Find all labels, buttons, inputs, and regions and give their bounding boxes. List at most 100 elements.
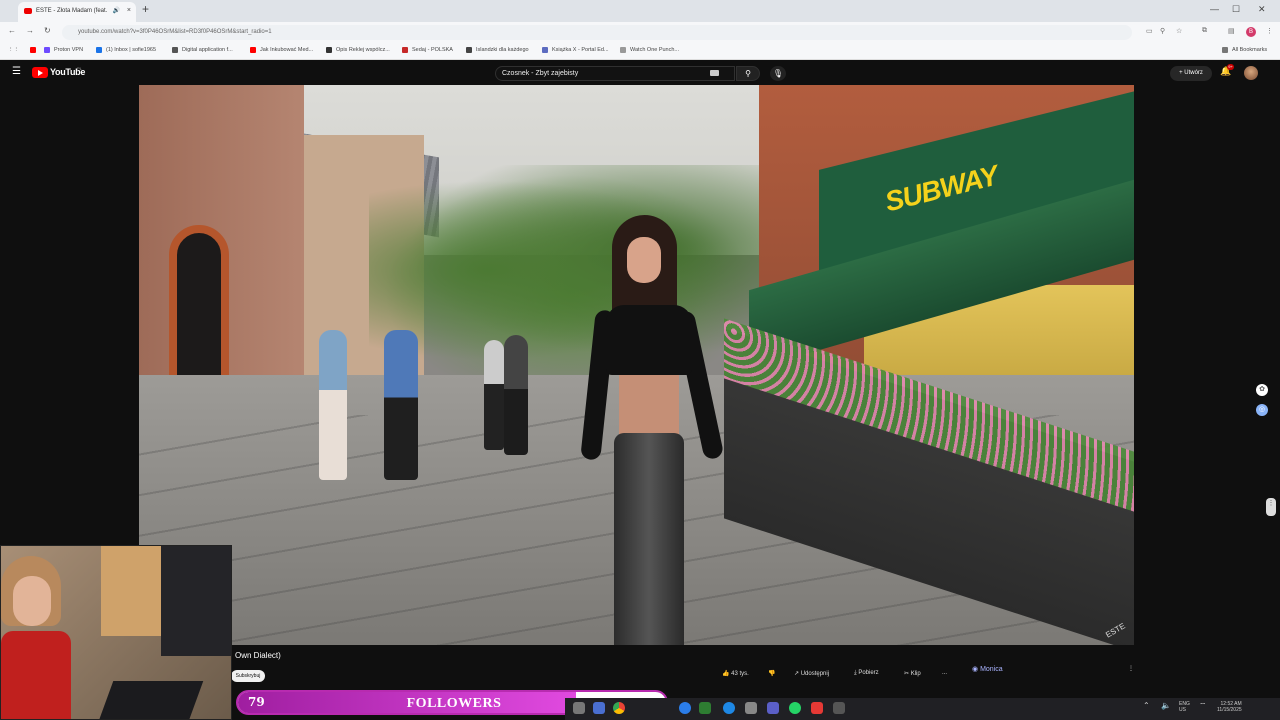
all-bookmarks[interactable]: All Bookmarks [1222, 45, 1267, 55]
video-woman [580, 215, 725, 645]
search-input[interactable]: Czosnek - Zbyt zajebisty [495, 66, 735, 81]
apps-grid-icon[interactable]: ⋮⋮ [8, 45, 19, 55]
share-button[interactable]: ↗ Udostępnij [794, 670, 829, 677]
video-title: Own Dialect) [235, 651, 281, 660]
input-language[interactable]: ENG US [1179, 701, 1190, 713]
like-button[interactable]: 👍 43 tys. [722, 670, 749, 677]
window-close-icon[interactable]: ✕ [1258, 4, 1266, 15]
side-panel-handle-icon[interactable]: ⋮ [1266, 498, 1276, 516]
more-actions-button[interactable]: ... [942, 670, 947, 676]
notifications-badge: 9+ [1227, 64, 1234, 70]
tab-close-button[interactable]: × [127, 2, 131, 20]
clip-button[interactable]: ✂ Klip [904, 670, 921, 677]
url-text: youtube.com/watch?v=3f0P46OSrM&list=RD3f… [78, 29, 272, 35]
browser-tab-active[interactable]: ESTE - Złota Madam (feat. 🔊 × [18, 2, 136, 22]
taskbar-app-icon[interactable] [699, 702, 711, 714]
back-icon[interactable]: ← [8, 26, 16, 35]
subscribe-button[interactable]: Subskrybuj [231, 670, 265, 682]
bookmark-item[interactable]: Książka X - Portal Ed... [542, 45, 609, 55]
browser-tab-strip: ESTE - Złota Madam (feat. 🔊 × + — ☐ ✕ [0, 0, 1280, 22]
tray-chevron-icon[interactable]: ⌃ [1143, 701, 1150, 710]
webcam-streamer [1, 556, 71, 719]
youtube-bookmark-icon [30, 46, 36, 53]
edge-icon[interactable] [723, 702, 735, 714]
zoom-icon[interactable]: ⚲ [1160, 27, 1165, 35]
voice-search-icon[interactable]: 🎙 [770, 66, 786, 81]
bookmark-item[interactable] [30, 45, 40, 55]
forward-icon[interactable]: → [26, 26, 34, 35]
youtube-favicon-icon [24, 8, 32, 14]
reload-icon[interactable]: ↻ [44, 26, 51, 35]
address-bar[interactable]: youtube.com/watch?v=3f0P46OSrM&list=RD3f… [62, 25, 1132, 40]
cast-icon[interactable]: ▭ [1146, 27, 1153, 35]
whatsapp-icon[interactable] [789, 702, 801, 714]
new-tab-button[interactable]: + [142, 2, 149, 16]
profile-avatar[interactable]: B [1246, 27, 1256, 37]
thumbs-down-icon: 👎 [768, 671, 776, 677]
search-query: Czosnek - Zbyt zajebisty [502, 70, 579, 77]
sidebar-more-icon[interactable]: ⋮ [1128, 665, 1134, 672]
bookmark-favicon-icon [620, 46, 626, 53]
bookmark-favicon-icon [44, 46, 50, 53]
taskbar-app-icon[interactable] [745, 702, 757, 714]
bookmark-item[interactable]: Watch One Punch... [620, 45, 679, 55]
bookmark-favicon-icon [466, 46, 472, 53]
taskbar-app-icon[interactable] [573, 702, 585, 714]
clock[interactable]: 12:52 AM 11/15/2025 [1217, 701, 1242, 713]
translate-float-icon[interactable]: ◎ [1256, 404, 1268, 416]
taskbar-app-icon[interactable] [833, 702, 845, 714]
video-pedestrian [319, 330, 347, 480]
sidepanel-icon[interactable]: ▤ [1228, 27, 1235, 35]
dislike-button[interactable]: 👎 [768, 670, 775, 677]
folder-icon [1222, 46, 1228, 53]
extensions-icon[interactable]: ⧉ [1202, 27, 1207, 35]
chrome-icon[interactable] [613, 702, 625, 714]
bookmark-favicon-icon [172, 46, 178, 53]
bookmark-favicon-icon [250, 46, 256, 53]
maximize-icon[interactable]: ☐ [1232, 4, 1240, 15]
channel-avatar[interactable] [1244, 66, 1258, 80]
youtube-header: ☰ YouTube PL Czosnek - Zbyt zajebisty ⚲ … [0, 61, 1280, 85]
taskbar-app-icon[interactable] [811, 702, 823, 714]
webcam-keyboard [98, 681, 204, 719]
extension-float-icon[interactable]: ✿ [1256, 384, 1268, 396]
bookmark-favicon-icon [542, 46, 548, 53]
volume-icon[interactable]: 🔈 [1161, 701, 1171, 710]
youtube-logo-icon[interactable] [32, 67, 48, 78]
video-pedestrian [384, 330, 418, 480]
bookmark-favicon-icon [96, 46, 102, 53]
bookmark-item[interactable]: Opis Reklej wspólcz... [326, 45, 390, 55]
messenger-icon[interactable] [679, 702, 691, 714]
video-player[interactable]: SUBWAY ESTE [139, 85, 1134, 645]
keyboard-icon[interactable] [710, 70, 719, 76]
share-icon: ↗ [794, 671, 800, 677]
download-icon: ⤓ [854, 670, 857, 676]
monica-extension[interactable]: ◉ Monica [972, 665, 1003, 673]
webcam-background [101, 546, 161, 636]
search-button[interactable]: ⚲ [736, 66, 760, 81]
hamburger-menu-icon[interactable]: ☰ [12, 66, 21, 77]
video-pedestrian [484, 340, 504, 450]
bookmark-item[interactable]: Jak Inkubować Med... [250, 45, 313, 55]
taskbar-app-icon[interactable] [593, 702, 605, 714]
monica-icon: ◉ [972, 666, 979, 673]
browser-menu-icon[interactable]: ⋮ [1266, 27, 1273, 35]
bookmark-favicon-icon [326, 46, 332, 53]
windows-taskbar: ⌃ 🔈 ENG US ⌔ 12:52 AM 11/15/2025 [565, 698, 1280, 720]
bookmark-star-icon[interactable]: ☆ [1176, 27, 1182, 35]
teams-icon[interactable] [767, 702, 779, 714]
bookmark-item[interactable]: Islandzki dla każdego [466, 45, 529, 55]
bookmark-item[interactable]: Digital application f... [172, 45, 233, 55]
wifi-icon[interactable]: ⌔ [1199, 701, 1207, 711]
country-code: PL [77, 66, 82, 71]
thumbs-up-icon: 👍 [722, 671, 730, 677]
speaker-icon[interactable]: 🔊 [113, 2, 120, 20]
minimize-icon[interactable]: — [1210, 4, 1219, 14]
download-button[interactable]: ⤓ Pobierz [854, 670, 879, 677]
tab-title: ESTE - Złota Madam (feat. [36, 8, 108, 14]
bookmark-item[interactable]: Proton VPN [44, 45, 83, 55]
bookmark-item[interactable]: Sedaj - POLSKA [402, 45, 453, 55]
create-button[interactable]: + Utwórz [1170, 66, 1212, 81]
webcam-overlay [0, 545, 232, 720]
bookmark-item[interactable]: (1) Inbox | sofie1965 [96, 45, 156, 55]
